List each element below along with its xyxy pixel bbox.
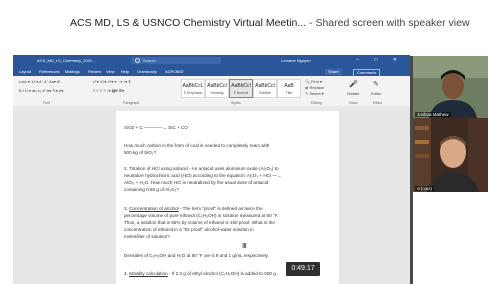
microphone-icon[interactable]: 🎤 xyxy=(349,80,358,88)
document-title: ACS_MD_LS_Chemistry_2021... xyxy=(37,58,96,63)
participant-2-video-frame xyxy=(413,118,488,192)
group-label-voice: Voice xyxy=(349,101,358,105)
word-title-bar: ACS_MD_LS_Chemistry_2021... Search Lorra… xyxy=(13,55,410,66)
style-name: ¶ Normal xyxy=(233,91,249,95)
font-controls[interactable]: Lato ▾ 11 ▾ Aˆ Aˇ Aa▾ A̸ xyxy=(19,79,59,84)
video-panel-empty xyxy=(413,192,488,284)
q2-line-3: AlCl₃ + H₂O. How much HCl is neutralized… xyxy=(124,180,269,185)
zoom-top-bar: ACS MD, LS & USNCO Chemistry Virtual Mee… xyxy=(0,0,488,50)
style-name: Subtitle xyxy=(259,91,271,95)
q3-line-1: 3. Concentration of alcohol - The term "… xyxy=(124,206,263,211)
participant-name: cr(ojas) xyxy=(415,186,435,191)
group-label-editor: Editor xyxy=(373,101,383,105)
style-preview: AaBbCcI xyxy=(231,83,251,89)
menu-help[interactable]: Help xyxy=(121,69,129,74)
style-subtitle[interactable]: AaBbCcI Subtitle xyxy=(253,79,277,98)
q3-title: Concentration of alcohol xyxy=(129,206,179,211)
menu-references[interactable]: References xyxy=(39,69,59,74)
q3-line-2: percentage volume of pure ethanol (C₂H₅O… xyxy=(124,213,279,218)
recording-timer: 0:49:17 xyxy=(286,262,320,276)
q1-line-2: 500 kg of SiO₂? xyxy=(124,150,157,155)
style-preview: AaBbCcI xyxy=(207,83,227,89)
style-name: Title xyxy=(285,91,293,95)
q3-line-6: Densities of C₂H₅OH and H₂O at 60 °F are… xyxy=(124,253,269,258)
style-normal[interactable]: AaBbCcI ¶ Normal xyxy=(229,79,253,98)
document-canvas: SiO2 + C ————→ SiC + CO How much carbon … xyxy=(13,111,410,284)
participant-video-2[interactable]: cr(ojas) xyxy=(413,118,488,192)
q3-number: 3. xyxy=(124,206,128,211)
q3-line-5: moles/liter of solution? xyxy=(124,234,170,239)
editor-button[interactable]: Editor xyxy=(371,91,381,96)
group-label-font: Font xyxy=(43,101,51,105)
q2-line-1: 2. Titration of HCl using antacid - An a… xyxy=(124,166,279,171)
dictate-button[interactable]: Dictate xyxy=(347,91,359,96)
menu-mailings[interactable]: Mailings xyxy=(65,69,80,74)
word-ribbon: Lato ▾ 11 ▾ Aˆ Aˇ Aa▾ A̸ B I U ▾ ab x₂ x… xyxy=(13,76,410,107)
share-button[interactable]: Share xyxy=(325,69,342,75)
menu-view[interactable]: View xyxy=(106,69,115,74)
q2-line-2: neutralize hydrochloric acid (HCl) accor… xyxy=(124,173,282,178)
q3-line-4: concentration of ethanol in a "92 proof"… xyxy=(124,227,254,232)
q4-title: Molality calculation xyxy=(129,271,168,276)
q4-line-1: 4. Molality calculation - If 2.3 g of et… xyxy=(124,271,276,276)
q3-text: - The term "proof" is defined as twice t… xyxy=(178,206,263,211)
window-controls[interactable]: – □ ✕ xyxy=(356,57,404,63)
meeting-view-mode: - Shared screen with speaker view xyxy=(309,17,470,29)
text-cursor-icon: Ⅲ xyxy=(242,243,247,250)
q4-text: - If 2.3 g of ethyl alcohol (C₂H₅OH) is … xyxy=(167,271,276,276)
style-title[interactable]: AaB Title xyxy=(277,79,301,98)
menu-acrobat[interactable]: ACROBAT xyxy=(165,69,184,74)
word-menu-bar: Layout References Mailings Review View H… xyxy=(13,66,410,77)
shared-screen: ACS_MD_LS_Chemistry_2021... Search Lorra… xyxy=(13,55,410,284)
menu-layout[interactable]: Layout xyxy=(19,69,31,74)
q4-number: 4. xyxy=(124,271,128,276)
q1-line-1: How much carbon in the form of coal is n… xyxy=(124,143,270,148)
menu-review[interactable]: Review xyxy=(88,69,101,74)
equation-line: SiO2 + C ————→ SiC + CO xyxy=(124,125,188,130)
style-preview: AaBbCcL xyxy=(182,83,204,89)
replace-button[interactable]: ⇄ Replace xyxy=(305,85,324,90)
editor-pen-icon[interactable]: ✎ xyxy=(373,80,379,88)
style-emphasis[interactable]: AaBbCcL ¶ Emphasis xyxy=(181,79,205,98)
format-controls[interactable]: B I U ▾ ab x₂ x² A▾ ✎▾ A▾ xyxy=(19,88,63,93)
style-heading[interactable]: AaBbCcI Heading xyxy=(205,79,229,98)
q3-line-3: Thus, a solution that is 95% by volume o… xyxy=(124,220,275,225)
participant-name: Joshua Mathew xyxy=(415,112,451,117)
document-page[interactable]: SiO2 + C ————→ SiC + CO How much carbon … xyxy=(116,111,339,284)
menu-grammarly[interactable]: Grammarly xyxy=(137,69,157,74)
group-label-editing: Editing xyxy=(311,101,322,105)
q2-line-4: containing 0.60 g of Al₂O₃? xyxy=(124,187,179,192)
search-icon xyxy=(135,58,140,63)
find-button[interactable]: 🔍 Find ▾ xyxy=(305,79,322,84)
alignment-controls[interactable]: ≡ ≡ ≡ ≡ ↕▾ ▦▾ ⊞▾ xyxy=(93,88,124,93)
style-preview: AaBbCcI xyxy=(255,83,275,89)
style-name: Heading xyxy=(210,91,224,95)
meeting-name: ACS MD, LS & USNCO Chemistry Virtual Mee… xyxy=(70,17,307,29)
search-input[interactable]: Search xyxy=(131,57,221,64)
account-name[interactable]: Lorraine Nguyen xyxy=(281,58,311,63)
participant-1-video-frame xyxy=(413,56,488,118)
paragraph-controls[interactable]: •≡▾ 1≡▾ •≡▾ ⇤ ⇥ ↕▾ ¶ xyxy=(93,79,131,84)
group-label-paragraph: Paragraph xyxy=(123,101,140,105)
meeting-title: ACS MD, LS & USNCO Chemistry Virtual Mee… xyxy=(70,17,470,29)
group-label-styles: Styles xyxy=(231,101,241,105)
select-button[interactable]: ↰ Select ▾ xyxy=(305,91,324,96)
style-preview: AaB xyxy=(284,83,294,89)
search-placeholder: Search xyxy=(143,58,156,63)
participant-video-1[interactable]: Joshua Mathew xyxy=(413,56,488,118)
style-name: ¶ Emphasis xyxy=(183,91,203,95)
